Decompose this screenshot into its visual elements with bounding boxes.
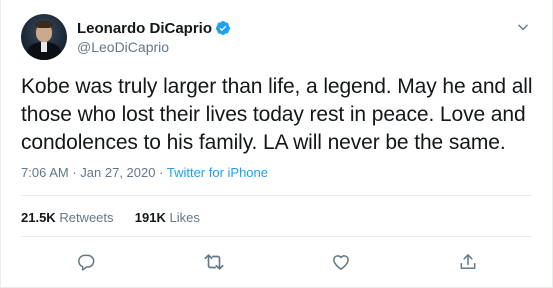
likes-label: Likes xyxy=(169,210,200,225)
avatar-hair xyxy=(35,21,53,28)
name-row: Leonardo DiCaprio xyxy=(77,19,231,37)
retweets-count: 21.5K xyxy=(21,210,56,225)
tweet-header: Leonardo DiCaprio @LeoDiCaprio xyxy=(21,14,536,60)
likes-stat[interactable]: 191K Likes xyxy=(135,210,200,225)
tweet-meta: 7:06 AM · Jan 27, 2020 · Twitter for iPh… xyxy=(21,165,268,180)
tweet-text: Kobe was truly larger than life, a legen… xyxy=(21,75,533,154)
tweet-source-link[interactable]: Twitter for iPhone xyxy=(167,165,268,180)
tweet-card: Leonardo DiCaprio @LeoDiCaprio Kobe was … xyxy=(0,0,553,288)
meta-separator: · xyxy=(72,165,77,180)
retweets-stat[interactable]: 21.5K Retweets xyxy=(21,210,117,225)
tweet-stats: 21.5K Retweets 191K Likes xyxy=(21,210,200,225)
avatar-collar xyxy=(41,42,47,52)
divider xyxy=(21,236,532,237)
share-icon[interactable] xyxy=(455,249,481,275)
display-name[interactable]: Leonardo DiCaprio xyxy=(77,20,212,37)
likes-count: 191K xyxy=(134,210,166,225)
retweets-label: Retweets xyxy=(59,210,114,225)
reply-icon[interactable] xyxy=(73,249,99,275)
tweet-time[interactable]: 7:06 AM xyxy=(21,165,69,180)
user-handle[interactable]: @LeoDiCaprio xyxy=(77,39,231,55)
retweet-icon[interactable] xyxy=(201,249,227,275)
meta-separator: · xyxy=(159,165,164,180)
tweet-date[interactable]: Jan 27, 2020 xyxy=(80,165,155,180)
avatar[interactable] xyxy=(21,14,67,60)
like-icon[interactable] xyxy=(328,249,354,275)
author-names: Leonardo DiCaprio @LeoDiCaprio xyxy=(77,19,231,55)
tweet-actions xyxy=(21,249,532,275)
verified-badge-icon xyxy=(215,20,231,36)
chevron-down-icon[interactable] xyxy=(514,18,532,36)
divider xyxy=(21,195,532,196)
